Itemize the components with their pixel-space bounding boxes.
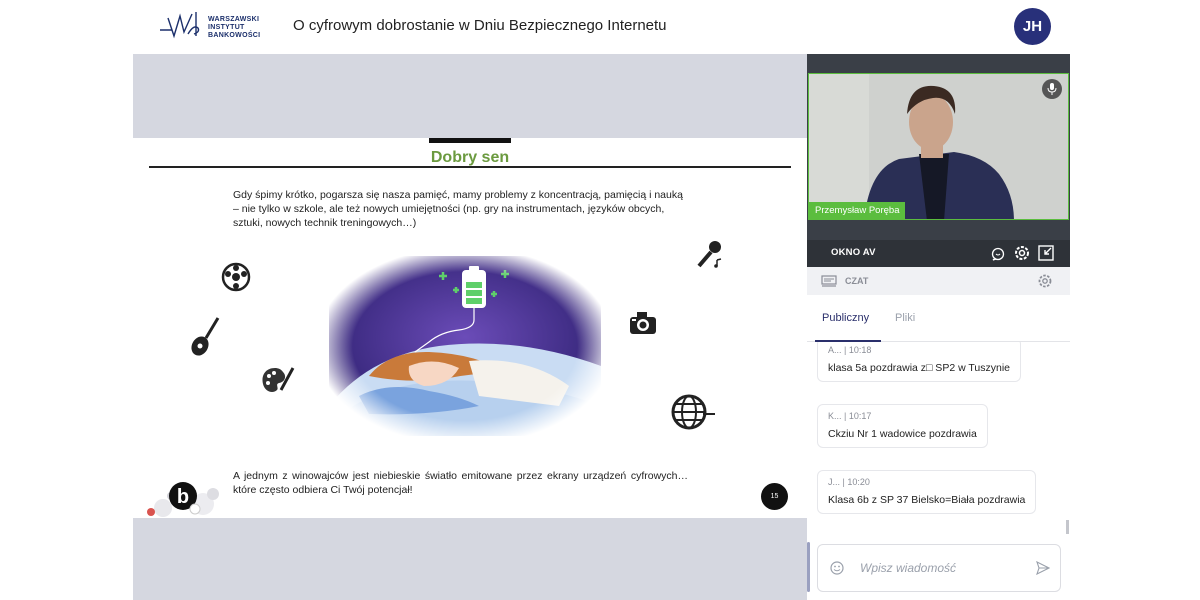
slide-title-tab bbox=[429, 138, 511, 143]
tab-public[interactable]: Publiczny bbox=[822, 312, 869, 324]
event-title: O cyfrowym dobrostanie w Dniu Bezpieczne… bbox=[293, 17, 667, 34]
palette-icon bbox=[262, 367, 295, 392]
av-panel-label: OKNO AV bbox=[831, 247, 876, 258]
brand-bubble-logo: b bbox=[147, 482, 219, 517]
speaker-video[interactable]: Przemysław Poręba bbox=[808, 73, 1069, 220]
user-avatar[interactable]: JH bbox=[1014, 8, 1051, 45]
chat-message: J... | 10:20 Klasa 6b z SP 37 Bielsko=Bi… bbox=[817, 470, 1037, 514]
brand-letter: b bbox=[177, 486, 189, 508]
slide-paragraph-1: Gdy śpimy krótko, pogarsza się nasza pam… bbox=[233, 189, 683, 229]
top-header: WARSZAWSKI INSTYTUT BANKOWOŚCI O cyfrowy… bbox=[0, 0, 1200, 54]
slide-page-number: 15 bbox=[761, 483, 788, 510]
chat-message: A... | 10:18 klasa 5a pozdrawia z□ SP2 w… bbox=[817, 342, 1022, 382]
guitar-icon bbox=[191, 317, 220, 356]
speaker-name-tag: Przemysław Poręba bbox=[809, 202, 906, 219]
sleeping-girl-illustration bbox=[329, 256, 601, 436]
globe-icon bbox=[671, 394, 715, 430]
message-meta: A... | 10:18 bbox=[828, 345, 872, 355]
mic-button[interactable] bbox=[1042, 79, 1062, 99]
messages-scrollbar[interactable] bbox=[1066, 520, 1069, 534]
speaker-video-frame bbox=[809, 74, 1068, 219]
message-input[interactable] bbox=[860, 561, 1020, 575]
logo-line-3: BANKOWOŚCI bbox=[208, 32, 261, 39]
camera-icon bbox=[630, 312, 656, 334]
slide-paragraph-2: A jednym z winowajców jest niebieskie św… bbox=[233, 470, 688, 496]
chat-settings-icon[interactable] bbox=[1037, 273, 1053, 289]
slide-title-rule bbox=[149, 166, 791, 168]
app-window: WARSZAWSKI INSTYTUT BANKOWOŚCI O cyfrowy… bbox=[0, 0, 1200, 600]
chat-header-label: CZAT bbox=[845, 276, 869, 286]
chat-tabs: Publiczny Pliki bbox=[807, 295, 1070, 592]
slide-title: Dobry sen bbox=[430, 149, 510, 166]
wib-logo: WARSZAWSKI INSTYTUT BANKOWOŚCI bbox=[158, 10, 268, 44]
chat-message: K... | 10:17 Ckziu Nr 1 wadowice pozdraw… bbox=[817, 404, 988, 448]
logo-line-2: INSTYTUT bbox=[208, 24, 245, 31]
presentation-slide: Dobry sen Gdy śpimy krótko, pogarsza się… bbox=[133, 138, 807, 518]
microphone-small-icon bbox=[1047, 83, 1057, 95]
chat-icon bbox=[821, 275, 837, 287]
logo-line-1: WARSZAWSKI bbox=[208, 16, 260, 23]
send-icon[interactable] bbox=[1036, 561, 1050, 575]
chat-header: CZAT bbox=[807, 267, 1070, 295]
left-scroll-indicator[interactable] bbox=[807, 542, 810, 592]
chat-messages: A... | 10:18 klasa 5a pozdrawia z□ SP2 w… bbox=[807, 342, 1070, 532]
soccer-ball-icon bbox=[221, 262, 251, 292]
emoji-icon[interactable] bbox=[830, 561, 844, 575]
tab-files[interactable]: Pliki bbox=[895, 312, 915, 324]
message-text: Klasa 6b z SP 37 Bielsko=Biała pozdrawia bbox=[828, 494, 1026, 506]
logo-text: WARSZAWSKI INSTYTUT BANKOWOŚCI bbox=[208, 16, 260, 40]
message-meta: K... | 10:17 bbox=[828, 411, 872, 421]
right-panel: Przemysław Poręba OKNO AV CZAT Publiczny… bbox=[807, 54, 1070, 600]
wib-logo-mark bbox=[160, 12, 200, 39]
av-toolbar: OKNO AV bbox=[807, 240, 1070, 267]
message-meta: J... | 10:20 bbox=[828, 477, 870, 487]
chat-bubble-icon[interactable] bbox=[991, 247, 1005, 261]
gear-icon[interactable] bbox=[1013, 244, 1031, 262]
microphone-icon bbox=[697, 241, 722, 268]
av-window: Przemysław Poręba OKNO AV bbox=[807, 54, 1070, 267]
message-text: Ckziu Nr 1 wadowice pozdrawia bbox=[828, 428, 977, 440]
collapse-icon[interactable] bbox=[1037, 244, 1055, 262]
presentation-stage: Dobry sen Gdy śpimy krótko, pogarsza się… bbox=[133, 54, 807, 600]
message-input-box bbox=[817, 544, 1061, 592]
message-text: klasa 5a pozdrawia z□ SP2 w Tuszynie bbox=[828, 362, 1011, 374]
